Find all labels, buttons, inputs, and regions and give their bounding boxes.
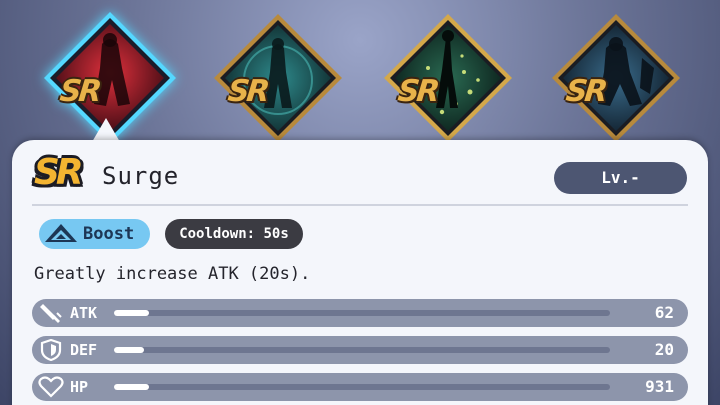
stat-bar-fill — [114, 347, 144, 353]
skill-description: Greatly increase ATK (20s). — [34, 264, 311, 284]
stat-bar-fill — [114, 310, 149, 316]
sr-badge: SR — [58, 74, 101, 109]
stat-bar — [114, 347, 610, 353]
rarity-label: SR — [34, 152, 84, 193]
skill-detail-panel: SR Surge Lv.- Boost Cooldown: 50s Greatl… — [12, 140, 708, 405]
stat-bar — [114, 384, 610, 390]
level-badge: Lv.- — [554, 162, 687, 194]
stat-label: DEF — [70, 341, 98, 359]
stat-value: 931 — [645, 377, 674, 396]
skill-card-4[interactable]: SR — [546, 8, 686, 148]
heart-icon — [38, 376, 64, 398]
sr-badge: SR — [564, 74, 607, 109]
stat-row-def: DEF 20 — [32, 336, 688, 364]
stat-value: 62 — [654, 303, 674, 322]
stat-bar — [114, 310, 610, 316]
stat-label: HP — [70, 378, 89, 396]
divider — [32, 204, 688, 206]
stat-label: ATK — [70, 304, 98, 322]
stat-bar-fill — [114, 384, 149, 390]
skill-card-2[interactable]: SR — [208, 8, 348, 148]
shield-icon — [40, 339, 62, 361]
sr-badge: SR — [226, 74, 269, 109]
skill-card-row: SR SR SR SR — [0, 0, 720, 150]
skill-type-badge: Boost — [39, 219, 150, 249]
skill-card-3[interactable]: SR — [378, 8, 518, 148]
stat-row-atk: ATK 62 — [32, 299, 688, 327]
boost-icon — [45, 224, 77, 242]
selection-pointer — [92, 118, 120, 142]
rarity-badge: SR — [32, 152, 96, 200]
stat-row-hp: HP 931 — [32, 373, 688, 401]
cooldown-badge: Cooldown: 50s — [165, 219, 303, 249]
sword-icon — [40, 304, 62, 323]
stat-value: 20 — [654, 340, 674, 359]
skill-name: Surge — [102, 162, 180, 190]
skill-type-label: Boost — [83, 224, 135, 244]
sr-badge: SR — [396, 74, 439, 109]
